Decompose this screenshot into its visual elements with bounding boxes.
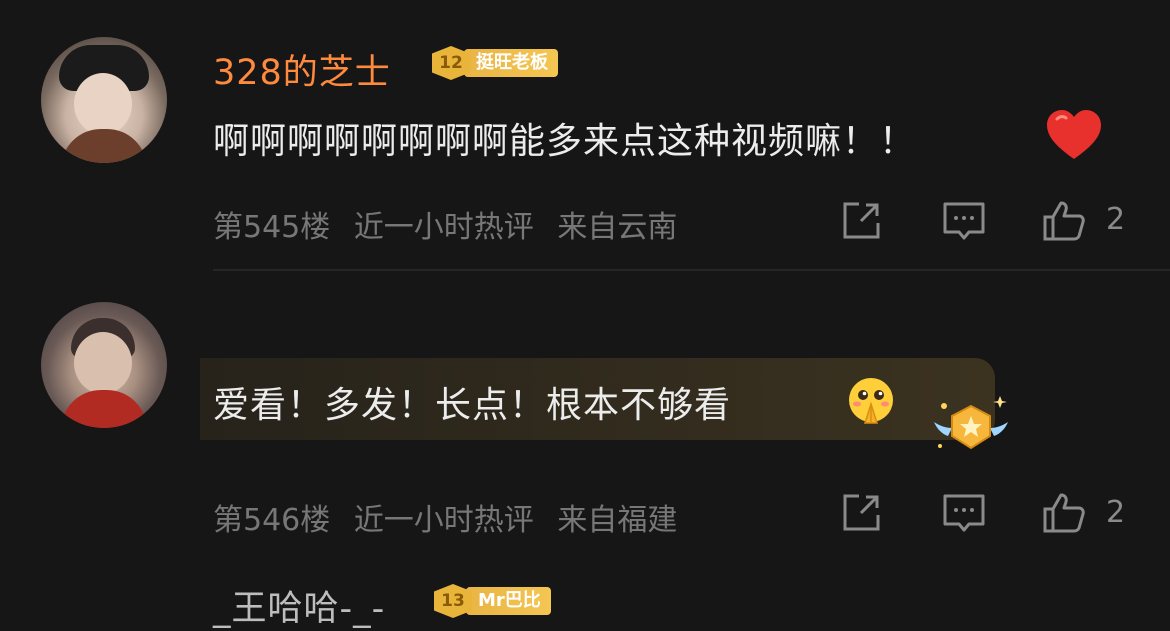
hot-comment-time: 近一小时热评 — [353, 503, 534, 538]
reply-icon[interactable] — [942, 491, 986, 535]
pray-emoji-icon — [849, 378, 893, 424]
badge-label: Mr巴比 — [466, 587, 551, 615]
fan-badge[interactable]: 13 Mr巴比 — [434, 584, 551, 618]
share-icon[interactable] — [839, 491, 883, 535]
like-count: 2 — [1106, 495, 1126, 530]
comment-body-2: 爱看！多发！长点！根本不够看 第546楼 近一小时热评 来自福建 2 — [0, 0, 1170, 564]
comment-meta: 第546楼 近一小时热评 来自福建 — [213, 495, 691, 539]
ip-location: 来自福建 — [557, 503, 678, 538]
floor-number: 第546楼 — [213, 503, 331, 538]
like-icon[interactable] — [1042, 491, 1086, 535]
crown-badge-icon — [934, 396, 1008, 450]
comment-text: 爱看！多发！长点！根本不够看 — [213, 385, 732, 426]
username[interactable]: _王哈哈-_- — [213, 580, 385, 631]
